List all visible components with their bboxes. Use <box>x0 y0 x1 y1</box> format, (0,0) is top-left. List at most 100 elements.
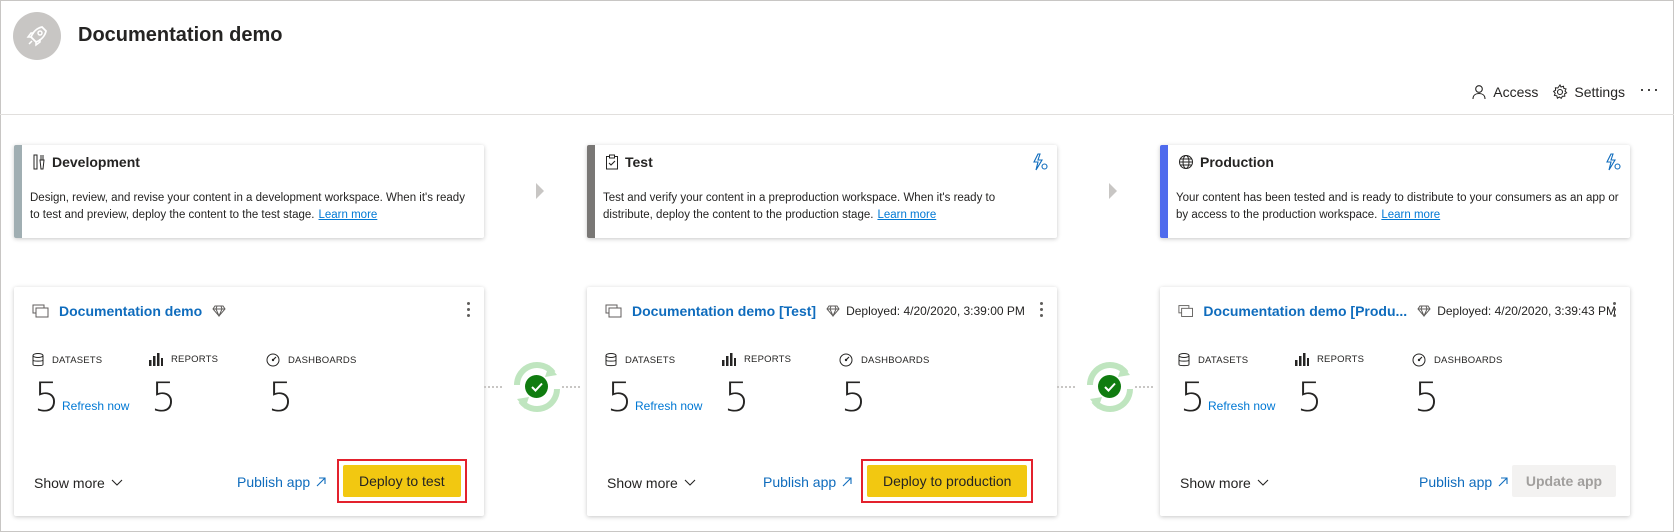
chevron-down-icon <box>684 479 696 486</box>
more-options-button[interactable]: ··· <box>1639 80 1660 98</box>
access-button[interactable]: Access <box>1471 84 1538 100</box>
workspace-more-button[interactable] <box>1040 299 1043 320</box>
datasets-label: DATASETS <box>625 354 676 366</box>
metric-dashboards: DASHBOARDS 5 <box>266 353 357 421</box>
external-link-icon <box>842 477 852 487</box>
stage-description-text: Design, review, and revise your content … <box>30 192 465 221</box>
sync-status-connector <box>1057 352 1153 422</box>
stage-card-production: Production Your content has been tested … <box>1160 145 1630 238</box>
show-more-button[interactable]: Show more <box>34 475 123 491</box>
sync-ok-icon <box>525 375 548 398</box>
premium-diamond-icon <box>826 305 840 317</box>
chevron-down-icon <box>111 479 123 486</box>
stage-color-bar <box>1160 145 1168 238</box>
workspace-icon <box>32 304 49 317</box>
reports-label: REPORTS <box>171 354 219 365</box>
deployed-timestamp: Deployed: 4/20/2020, 3:39:00 PM <box>846 304 1025 318</box>
gear-icon <box>1553 84 1568 100</box>
deploy-to-production-button[interactable]: Deploy to production <box>867 465 1028 497</box>
dashboards-count: 5 <box>268 375 294 421</box>
workspace-icon <box>605 304 622 317</box>
reports-count: 5 <box>151 375 177 421</box>
dashboards-label: DASHBOARDS <box>288 354 357 366</box>
bar-chart-icon <box>722 353 736 366</box>
stage-description: Test and verify your content in a prepro… <box>603 190 1048 224</box>
sync-status-connector <box>484 352 580 422</box>
settings-button[interactable]: Settings <box>1552 84 1625 100</box>
metric-dashboards: DASHBOARDS 5 <box>839 353 930 421</box>
page-title: Documentation demo <box>78 24 283 46</box>
stage-description: Design, review, and revise your content … <box>30 190 475 224</box>
workspace-card-test: Documentation demo [Test] Deployed: 4/20… <box>587 287 1057 516</box>
publish-app-link[interactable]: Publish app <box>1419 474 1508 490</box>
metric-datasets: DATASETS 5 Refresh now <box>32 353 129 421</box>
external-link-icon <box>316 477 326 487</box>
access-label: Access <box>1493 84 1539 100</box>
datasets-label: DATASETS <box>1198 354 1249 366</box>
datasets-count: 5 <box>34 375 60 421</box>
settings-label: Settings <box>1574 84 1626 100</box>
metric-reports: REPORTS 5 <box>722 353 791 421</box>
publish-app-link[interactable]: Publish app <box>237 474 326 490</box>
sync-ok-icon <box>1098 375 1121 398</box>
database-icon <box>605 353 617 367</box>
show-more-button[interactable]: Show more <box>607 475 696 491</box>
stage-description-text: Test and verify your content in a prepro… <box>603 192 996 221</box>
deploy-button-highlight: Deploy to production <box>861 459 1034 503</box>
learn-more-link[interactable]: Learn more <box>877 209 936 221</box>
chevron-down-icon <box>1257 479 1269 486</box>
stage-card-development: Development Design, review, and revise y… <box>14 145 484 238</box>
workspace-name-link[interactable]: Documentation demo [Produ... <box>1203 303 1407 319</box>
metric-dashboards: DASHBOARDS 5 <box>1412 353 1503 421</box>
stage-description: Your content has been tested and is read… <box>1176 190 1621 224</box>
header-divider <box>0 114 1674 115</box>
header-actions: Access Settings ··· <box>1471 80 1660 100</box>
metric-reports: REPORTS 5 <box>1295 353 1364 421</box>
premium-diamond-icon <box>212 305 226 317</box>
gauge-icon <box>839 353 853 367</box>
refresh-now-link[interactable]: Refresh now <box>635 399 702 413</box>
database-icon <box>1178 353 1190 367</box>
deploy-button-highlight: Deploy to test <box>337 459 467 503</box>
premium-diamond-icon <box>1417 305 1431 317</box>
stage-name: Test <box>625 154 653 170</box>
refresh-now-link[interactable]: Refresh now <box>1208 399 1275 413</box>
learn-more-link[interactable]: Learn more <box>319 209 378 221</box>
dashboards-label: DASHBOARDS <box>1434 354 1503 366</box>
external-link-icon <box>1498 477 1508 487</box>
refresh-now-link[interactable]: Refresh now <box>62 399 129 413</box>
publish-app-label: Publish app <box>763 474 837 490</box>
dashboards-label: DASHBOARDS <box>861 354 930 366</box>
workspace-more-button[interactable] <box>467 299 470 320</box>
globe-icon <box>1179 155 1193 169</box>
workspace-name-link[interactable]: Documentation demo <box>59 303 202 319</box>
bar-chart-icon <box>149 353 163 366</box>
learn-more-link[interactable]: Learn more <box>1381 209 1440 221</box>
show-more-button[interactable]: Show more <box>1180 475 1269 491</box>
person-icon <box>1472 85 1486 100</box>
workspace-name-link[interactable]: Documentation demo [Test] <box>632 303 816 319</box>
show-more-label: Show more <box>607 475 678 491</box>
metric-datasets: DATASETS 5 Refresh now <box>1178 353 1275 421</box>
connector-dots <box>1057 386 1075 388</box>
update-app-button[interactable]: Update app <box>1512 465 1616 497</box>
deployed-timestamp: Deployed: 4/20/2020, 3:39:43 PM <box>1437 304 1616 318</box>
workspace-card-production: Documentation demo [Produ... Deployed: 4… <box>1160 287 1630 516</box>
deployment-rules-icon[interactable] <box>1031 153 1049 171</box>
workspace-card-development: Documentation demo DATASETS 5 Refresh no… <box>14 287 484 516</box>
datasets-count: 5 <box>607 375 633 421</box>
datasets-count: 5 <box>1180 375 1206 421</box>
clipboard-check-icon <box>606 154 618 170</box>
stage-name: Development <box>52 154 140 170</box>
reports-count: 5 <box>1297 375 1323 421</box>
bar-chart-icon <box>1295 353 1309 366</box>
workspace-more-button[interactable] <box>1613 299 1616 320</box>
rocket-icon <box>26 26 47 47</box>
publish-app-label: Publish app <box>237 474 311 490</box>
workspace-avatar <box>13 12 61 60</box>
connector-dots <box>484 386 502 388</box>
deployment-rules-icon[interactable] <box>1604 153 1622 171</box>
dashboards-count: 5 <box>841 375 867 421</box>
deploy-to-test-button[interactable]: Deploy to test <box>343 465 461 497</box>
publish-app-link[interactable]: Publish app <box>763 474 852 490</box>
